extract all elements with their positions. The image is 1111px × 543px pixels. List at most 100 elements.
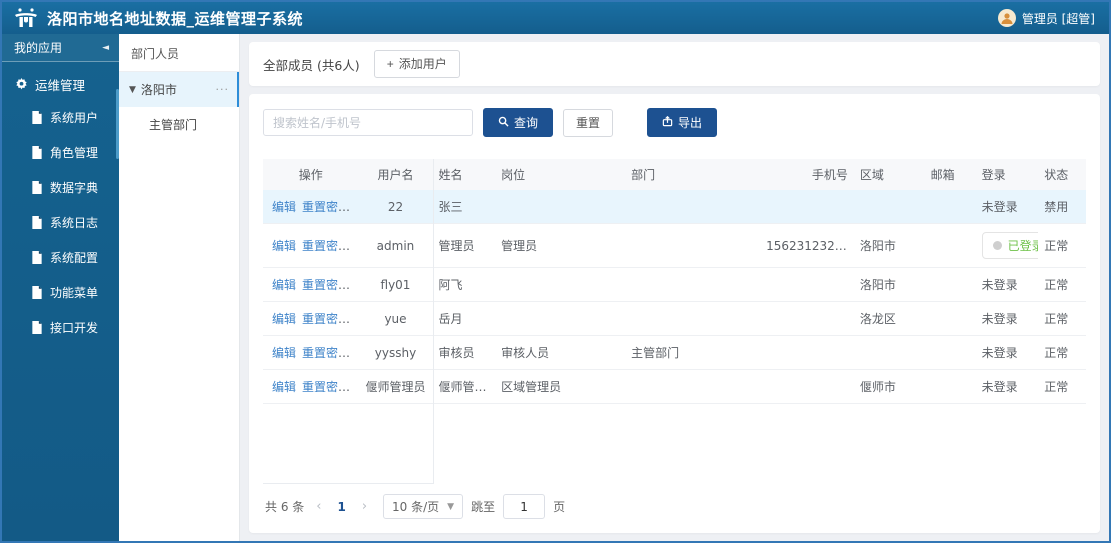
action-link[interactable]: 删除 — [356, 346, 358, 360]
department-panel-title: 部门人员 — [119, 34, 239, 72]
action-link[interactable]: 重置密码 — [302, 312, 350, 326]
cell-status: 正常 — [1038, 335, 1086, 370]
search-input[interactable] — [263, 109, 473, 136]
main-content: 全部成员 (共6人) + 添加用户 查询 重置 — [240, 34, 1109, 541]
cell-username: yysshy — [358, 335, 433, 370]
action-link[interactable]: 重置密码 — [302, 239, 350, 253]
cell-status: 正常 — [1038, 369, 1086, 404]
cell-login: 未登录 — [975, 190, 1039, 224]
sidebar-item[interactable]: 系统配置 — [2, 240, 119, 275]
cell-status: 禁用 — [1038, 190, 1086, 224]
cell-login: 未登录 — [975, 369, 1039, 404]
action-link[interactable]: 编辑 — [272, 239, 296, 253]
sidebar-item[interactable]: 系统日志 — [2, 205, 119, 240]
action-link[interactable]: 删除 — [356, 200, 358, 214]
document-icon — [31, 321, 43, 334]
login-toggle[interactable]: 已登录 — [981, 232, 1039, 259]
tree-more-icon[interactable]: ··· — [216, 83, 230, 96]
document-icon — [31, 146, 43, 159]
table-row[interactable]: 编辑重置密码删除fly01阿飞 洛阳市 未登录正常 — [263, 267, 1086, 302]
document-icon — [31, 111, 43, 124]
sidebar-item-label: 系统用户 — [50, 111, 99, 125]
cell-name: 管理员 — [432, 223, 496, 268]
sidebar-item[interactable]: 接口开发 — [2, 310, 119, 345]
action-link[interactable]: 重置密码 — [302, 380, 350, 394]
table-row[interactable]: 编辑重置密码删除yue岳月 洛龙区 未登录正常 — [263, 301, 1086, 336]
column-header: 区域 — [853, 159, 925, 190]
action-link[interactable]: 删除 — [356, 312, 358, 326]
toggle-dot-icon — [992, 241, 1002, 250]
action-link[interactable]: 编辑 — [272, 380, 296, 394]
cell-phone — [760, 267, 854, 302]
query-button[interactable]: 查询 — [483, 108, 554, 137]
add-user-button[interactable]: + 添加用户 — [373, 50, 460, 78]
department-panel: 部门人员 ▼ 洛阳市 ··· 主管部门 — [119, 34, 240, 541]
page-size-select[interactable]: 10 条/页 ▼ — [383, 494, 464, 519]
action-link[interactable]: 重置密码 — [302, 278, 350, 292]
tree-expand-caret-icon[interactable]: ▼ — [129, 85, 136, 95]
action-link[interactable]: 删除 — [356, 278, 358, 292]
action-link[interactable]: 编辑 — [272, 200, 296, 214]
cell-username: 偃师管理员 — [358, 369, 433, 404]
column-header: 部门 — [625, 159, 761, 190]
action-link[interactable]: 编辑 — [272, 312, 296, 326]
prev-page-button[interactable]: ‹ — [312, 499, 325, 514]
document-icon — [31, 216, 43, 229]
members-count-label: 全部成员 (共6人) — [263, 57, 360, 73]
jump-page-input[interactable] — [503, 494, 546, 519]
table-row[interactable]: 编辑重置密码删除偃师管理员偃师管理员区域管理员偃师市未登录正常 — [263, 369, 1086, 404]
paifang-gate-logo-icon — [14, 8, 38, 28]
cell-username: 22 — [358, 190, 433, 224]
cell-dept — [625, 190, 761, 224]
page-unit-label: 页 — [553, 500, 566, 514]
document-icon — [31, 286, 43, 299]
reset-button[interactable]: 重置 — [563, 108, 614, 137]
collapse-sidebar-icon[interactable]: ◄ — [102, 43, 109, 53]
jump-to-label: 跳至 — [471, 500, 496, 514]
action-link[interactable]: 删除 — [356, 239, 358, 253]
fixed-column-bottom-line — [263, 483, 433, 484]
page-number-button[interactable]: 1 — [333, 500, 349, 514]
action-link[interactable]: 删除 — [356, 380, 358, 394]
fixed-column-divider — [432, 159, 434, 484]
user-name-label: 管理员 [超管] — [1021, 11, 1095, 26]
action-link[interactable]: 编辑 — [272, 346, 296, 360]
action-link[interactable]: 编辑 — [272, 278, 296, 292]
cell-email — [924, 267, 976, 302]
table-row[interactable]: 编辑重置密码删除22张三 未登录禁用 — [263, 190, 1086, 224]
cell-login: 未登录 — [975, 301, 1039, 336]
user-menu[interactable]: 管理员 [超管] — [997, 9, 1095, 27]
table-row[interactable]: 编辑重置密码删除yysshy审核员审核人员主管部门 未登录正常 — [263, 335, 1086, 370]
top-bar: 洛阳市地名地址数据_运维管理子系统 管理员 [超管] — [2, 2, 1109, 34]
tree-item-luoyang[interactable]: ▼ 洛阳市 ··· — [119, 72, 239, 107]
export-icon — [662, 115, 673, 129]
tree-item-supervisor-dept[interactable]: 主管部门 — [119, 107, 239, 142]
sidebar-scrollbar[interactable] — [116, 89, 119, 159]
search-icon — [498, 116, 509, 129]
cell-email — [924, 369, 976, 404]
cell-name: 阿飞 — [432, 267, 496, 302]
cell-op: 编辑重置密码删除 — [263, 369, 359, 404]
sidebar-group-ops-management[interactable]: 运维管理 — [2, 62, 119, 100]
sidebar-item[interactable]: 功能菜单 — [2, 275, 119, 310]
sidebar-item[interactable]: 系统用户 — [2, 100, 119, 135]
login-status-label: 已登录 — [1007, 239, 1039, 253]
column-header: 姓名 — [432, 159, 496, 190]
sidebar-item[interactable]: 数据字典 — [2, 170, 119, 205]
cell-login: 未登录 — [975, 267, 1039, 302]
table-row[interactable]: 编辑重置密码删除admin管理员管理员15623123232洛阳市已登录正常 — [263, 223, 1086, 268]
cell-username: admin — [358, 223, 433, 268]
cell-region: 洛龙区 — [853, 301, 925, 336]
column-header: 手机号 — [760, 159, 854, 190]
cell-phone — [760, 301, 854, 336]
export-button[interactable]: 导出 — [647, 108, 718, 137]
next-page-button[interactable]: › — [358, 499, 371, 514]
search-toolbar: 查询 重置 导出 — [263, 108, 1086, 137]
column-header: 岗位 — [495, 159, 626, 190]
action-link[interactable]: 重置密码 — [302, 200, 350, 214]
cell-op: 编辑重置密码删除 — [263, 267, 359, 302]
sidebar-item[interactable]: 角色管理 — [2, 135, 119, 170]
cell-region — [853, 190, 925, 224]
action-link[interactable]: 重置密码 — [302, 346, 350, 360]
cell-post: 管理员 — [495, 223, 626, 268]
